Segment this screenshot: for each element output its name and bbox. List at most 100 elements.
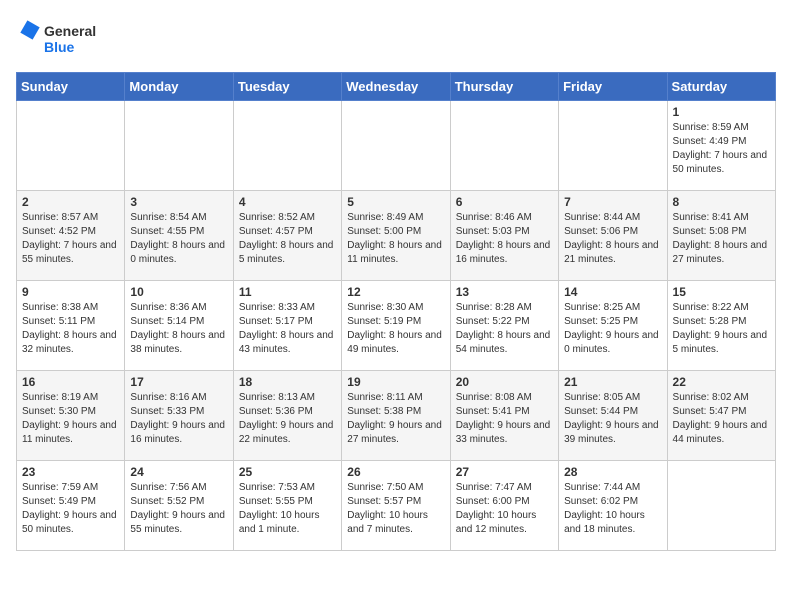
day-info: Sunrise: 8:59 AM Sunset: 4:49 PM Dayligh… bbox=[673, 121, 770, 177]
calendar-cell bbox=[342, 101, 450, 191]
day-info: Sunrise: 8:08 AM Sunset: 5:41 PM Dayligh… bbox=[456, 391, 553, 447]
day-info: Sunrise: 7:53 AM Sunset: 5:55 PM Dayligh… bbox=[239, 481, 336, 537]
day-number: 19 bbox=[347, 375, 444, 389]
calendar-cell: 17 Sunrise: 8:16 AM Sunset: 5:33 PM Dayli… bbox=[125, 371, 233, 461]
calendar-cell: 16 Sunrise: 8:19 AM Sunset: 5:30 PM Dayli… bbox=[17, 371, 125, 461]
calendar-cell: 6Sunrise: 8:46 AM Sunset: 5:03 PM Daylig… bbox=[450, 191, 558, 281]
calendar-header-row: SundayMondayTuesdayWednesdayThursdayFrid… bbox=[17, 73, 776, 101]
calendar-cell: 15 Sunrise: 8:22 AM Sunset: 5:28 PM Dayli… bbox=[667, 281, 775, 371]
day-info: Sunrise: 8:16 AM Sunset: 5:33 PM Dayligh… bbox=[130, 391, 227, 447]
day-number: 1 bbox=[673, 105, 770, 119]
calendar-cell: 9 Sunrise: 8:38 AM Sunset: 5:11 PM Daylig… bbox=[17, 281, 125, 371]
day-number: 3 bbox=[130, 195, 227, 209]
day-info: Sunrise: 8:25 AM Sunset: 5:25 PM Dayligh… bbox=[564, 301, 661, 357]
calendar-week-4: 16 Sunrise: 8:19 AM Sunset: 5:30 PM Dayli… bbox=[17, 371, 776, 461]
day-info: Sunrise: 8:36 AM Sunset: 5:14 PM Dayligh… bbox=[130, 301, 227, 357]
day-info: Sunrise: 7:50 AM Sunset: 5:57 PM Dayligh… bbox=[347, 481, 444, 537]
day-header-monday: Monday bbox=[125, 73, 233, 101]
day-header-tuesday: Tuesday bbox=[233, 73, 341, 101]
calendar-cell: 23 Sunrise: 7:59 AM Sunset: 5:49 PM Dayli… bbox=[17, 461, 125, 551]
calendar-week-1: 1 Sunrise: 8:59 AM Sunset: 4:49 PM Daylig… bbox=[17, 101, 776, 191]
day-header-wednesday: Wednesday bbox=[342, 73, 450, 101]
day-info: Sunrise: 8:57 AM Sunset: 4:52 PM Dayligh… bbox=[22, 211, 119, 267]
svg-text:Blue: Blue bbox=[44, 39, 75, 55]
calendar-cell bbox=[667, 461, 775, 551]
day-info: Sunrise: 8:30 AM Sunset: 5:19 PM Dayligh… bbox=[347, 301, 444, 357]
day-number: 21 bbox=[564, 375, 661, 389]
day-info: Sunrise: 8:52 AM Sunset: 4:57 PM Dayligh… bbox=[239, 211, 336, 267]
day-number: 20 bbox=[456, 375, 553, 389]
page-header: GeneralBlue bbox=[16, 16, 776, 60]
day-number: 11 bbox=[239, 285, 336, 299]
day-number: 16 bbox=[22, 375, 119, 389]
calendar-cell: 28 Sunrise: 7:44 AM Sunset: 6:02 PM Dayli… bbox=[559, 461, 667, 551]
day-info: Sunrise: 8:44 AM Sunset: 5:06 PM Dayligh… bbox=[564, 211, 661, 267]
calendar-cell: 1 Sunrise: 8:59 AM Sunset: 4:49 PM Daylig… bbox=[667, 101, 775, 191]
calendar-cell bbox=[559, 101, 667, 191]
day-info: Sunrise: 7:44 AM Sunset: 6:02 PM Dayligh… bbox=[564, 481, 661, 537]
day-number: 24 bbox=[130, 465, 227, 479]
day-number: 9 bbox=[22, 285, 119, 299]
calendar-week-3: 9 Sunrise: 8:38 AM Sunset: 5:11 PM Daylig… bbox=[17, 281, 776, 371]
calendar-cell: 20 Sunrise: 8:08 AM Sunset: 5:41 PM Dayli… bbox=[450, 371, 558, 461]
day-info: Sunrise: 8:19 AM Sunset: 5:30 PM Dayligh… bbox=[22, 391, 119, 447]
calendar-cell: 7 Sunrise: 8:44 AM Sunset: 5:06 PM Daylig… bbox=[559, 191, 667, 281]
calendar-cell: 14 Sunrise: 8:25 AM Sunset: 5:25 PM Dayli… bbox=[559, 281, 667, 371]
day-number: 26 bbox=[347, 465, 444, 479]
day-info: Sunrise: 8:28 AM Sunset: 5:22 PM Dayligh… bbox=[456, 301, 553, 357]
day-number: 14 bbox=[564, 285, 661, 299]
day-number: 8 bbox=[673, 195, 770, 209]
day-info: Sunrise: 8:05 AM Sunset: 5:44 PM Dayligh… bbox=[564, 391, 661, 447]
calendar-cell: 4 Sunrise: 8:52 AM Sunset: 4:57 PM Daylig… bbox=[233, 191, 341, 281]
day-number: 17 bbox=[130, 375, 227, 389]
day-number: 5 bbox=[347, 195, 444, 209]
day-info: Sunrise: 8:49 AM Sunset: 5:00 PM Dayligh… bbox=[347, 211, 444, 267]
day-number: 28 bbox=[564, 465, 661, 479]
calendar-cell: 12 Sunrise: 8:30 AM Sunset: 5:19 PM Dayli… bbox=[342, 281, 450, 371]
day-info: Sunrise: 8:11 AM Sunset: 5:38 PM Dayligh… bbox=[347, 391, 444, 447]
calendar-cell: 25 Sunrise: 7:53 AM Sunset: 5:55 PM Dayli… bbox=[233, 461, 341, 551]
calendar-cell: 2Sunrise: 8:57 AM Sunset: 4:52 PM Daylig… bbox=[17, 191, 125, 281]
day-info: Sunrise: 7:47 AM Sunset: 6:00 PM Dayligh… bbox=[456, 481, 553, 537]
calendar-cell: 11 Sunrise: 8:33 AM Sunset: 5:17 PM Dayli… bbox=[233, 281, 341, 371]
day-number: 15 bbox=[673, 285, 770, 299]
calendar-cell bbox=[233, 101, 341, 191]
day-header-sunday: Sunday bbox=[17, 73, 125, 101]
calendar-cell bbox=[450, 101, 558, 191]
calendar-cell: 21 Sunrise: 8:05 AM Sunset: 5:44 PM Dayli… bbox=[559, 371, 667, 461]
day-info: Sunrise: 7:59 AM Sunset: 5:49 PM Dayligh… bbox=[22, 481, 119, 537]
day-info: Sunrise: 8:41 AM Sunset: 5:08 PM Dayligh… bbox=[673, 211, 770, 267]
day-number: 23 bbox=[22, 465, 119, 479]
day-info: Sunrise: 8:22 AM Sunset: 5:28 PM Dayligh… bbox=[673, 301, 770, 357]
day-number: 13 bbox=[456, 285, 553, 299]
day-number: 10 bbox=[130, 285, 227, 299]
day-number: 25 bbox=[239, 465, 336, 479]
calendar-week-5: 23 Sunrise: 7:59 AM Sunset: 5:49 PM Dayli… bbox=[17, 461, 776, 551]
day-info: Sunrise: 8:02 AM Sunset: 5:47 PM Dayligh… bbox=[673, 391, 770, 447]
svg-text:General: General bbox=[44, 23, 96, 39]
calendar-cell: 8 Sunrise: 8:41 AM Sunset: 5:08 PM Daylig… bbox=[667, 191, 775, 281]
calendar-cell bbox=[125, 101, 233, 191]
day-info: Sunrise: 8:13 AM Sunset: 5:36 PM Dayligh… bbox=[239, 391, 336, 447]
day-number: 7 bbox=[564, 195, 661, 209]
calendar-cell: 22Sunrise: 8:02 AM Sunset: 5:47 PM Dayli… bbox=[667, 371, 775, 461]
day-info: Sunrise: 8:33 AM Sunset: 5:17 PM Dayligh… bbox=[239, 301, 336, 357]
calendar-cell: 26 Sunrise: 7:50 AM Sunset: 5:57 PM Dayli… bbox=[342, 461, 450, 551]
day-info: Sunrise: 8:38 AM Sunset: 5:11 PM Dayligh… bbox=[22, 301, 119, 357]
calendar-cell: 3 Sunrise: 8:54 AM Sunset: 4:55 PM Daylig… bbox=[125, 191, 233, 281]
day-number: 4 bbox=[239, 195, 336, 209]
day-info: Sunrise: 8:46 AM Sunset: 5:03 PM Dayligh… bbox=[456, 211, 553, 267]
calendar-table: SundayMondayTuesdayWednesdayThursdayFrid… bbox=[16, 72, 776, 551]
day-number: 27 bbox=[456, 465, 553, 479]
calendar-cell: 27 Sunrise: 7:47 AM Sunset: 6:00 PM Dayli… bbox=[450, 461, 558, 551]
logo: GeneralBlue bbox=[16, 16, 96, 60]
logo-svg: GeneralBlue bbox=[16, 16, 96, 60]
calendar-cell: 19 Sunrise: 8:11 AM Sunset: 5:38 PM Dayli… bbox=[342, 371, 450, 461]
calendar-cell: 13 Sunrise: 8:28 AM Sunset: 5:22 PM Dayli… bbox=[450, 281, 558, 371]
day-info: Sunrise: 7:56 AM Sunset: 5:52 PM Dayligh… bbox=[130, 481, 227, 537]
day-header-thursday: Thursday bbox=[450, 73, 558, 101]
day-number: 12 bbox=[347, 285, 444, 299]
day-number: 18 bbox=[239, 375, 336, 389]
calendar-cell: 24 Sunrise: 7:56 AM Sunset: 5:52 PM Dayli… bbox=[125, 461, 233, 551]
day-info: Sunrise: 8:54 AM Sunset: 4:55 PM Dayligh… bbox=[130, 211, 227, 267]
